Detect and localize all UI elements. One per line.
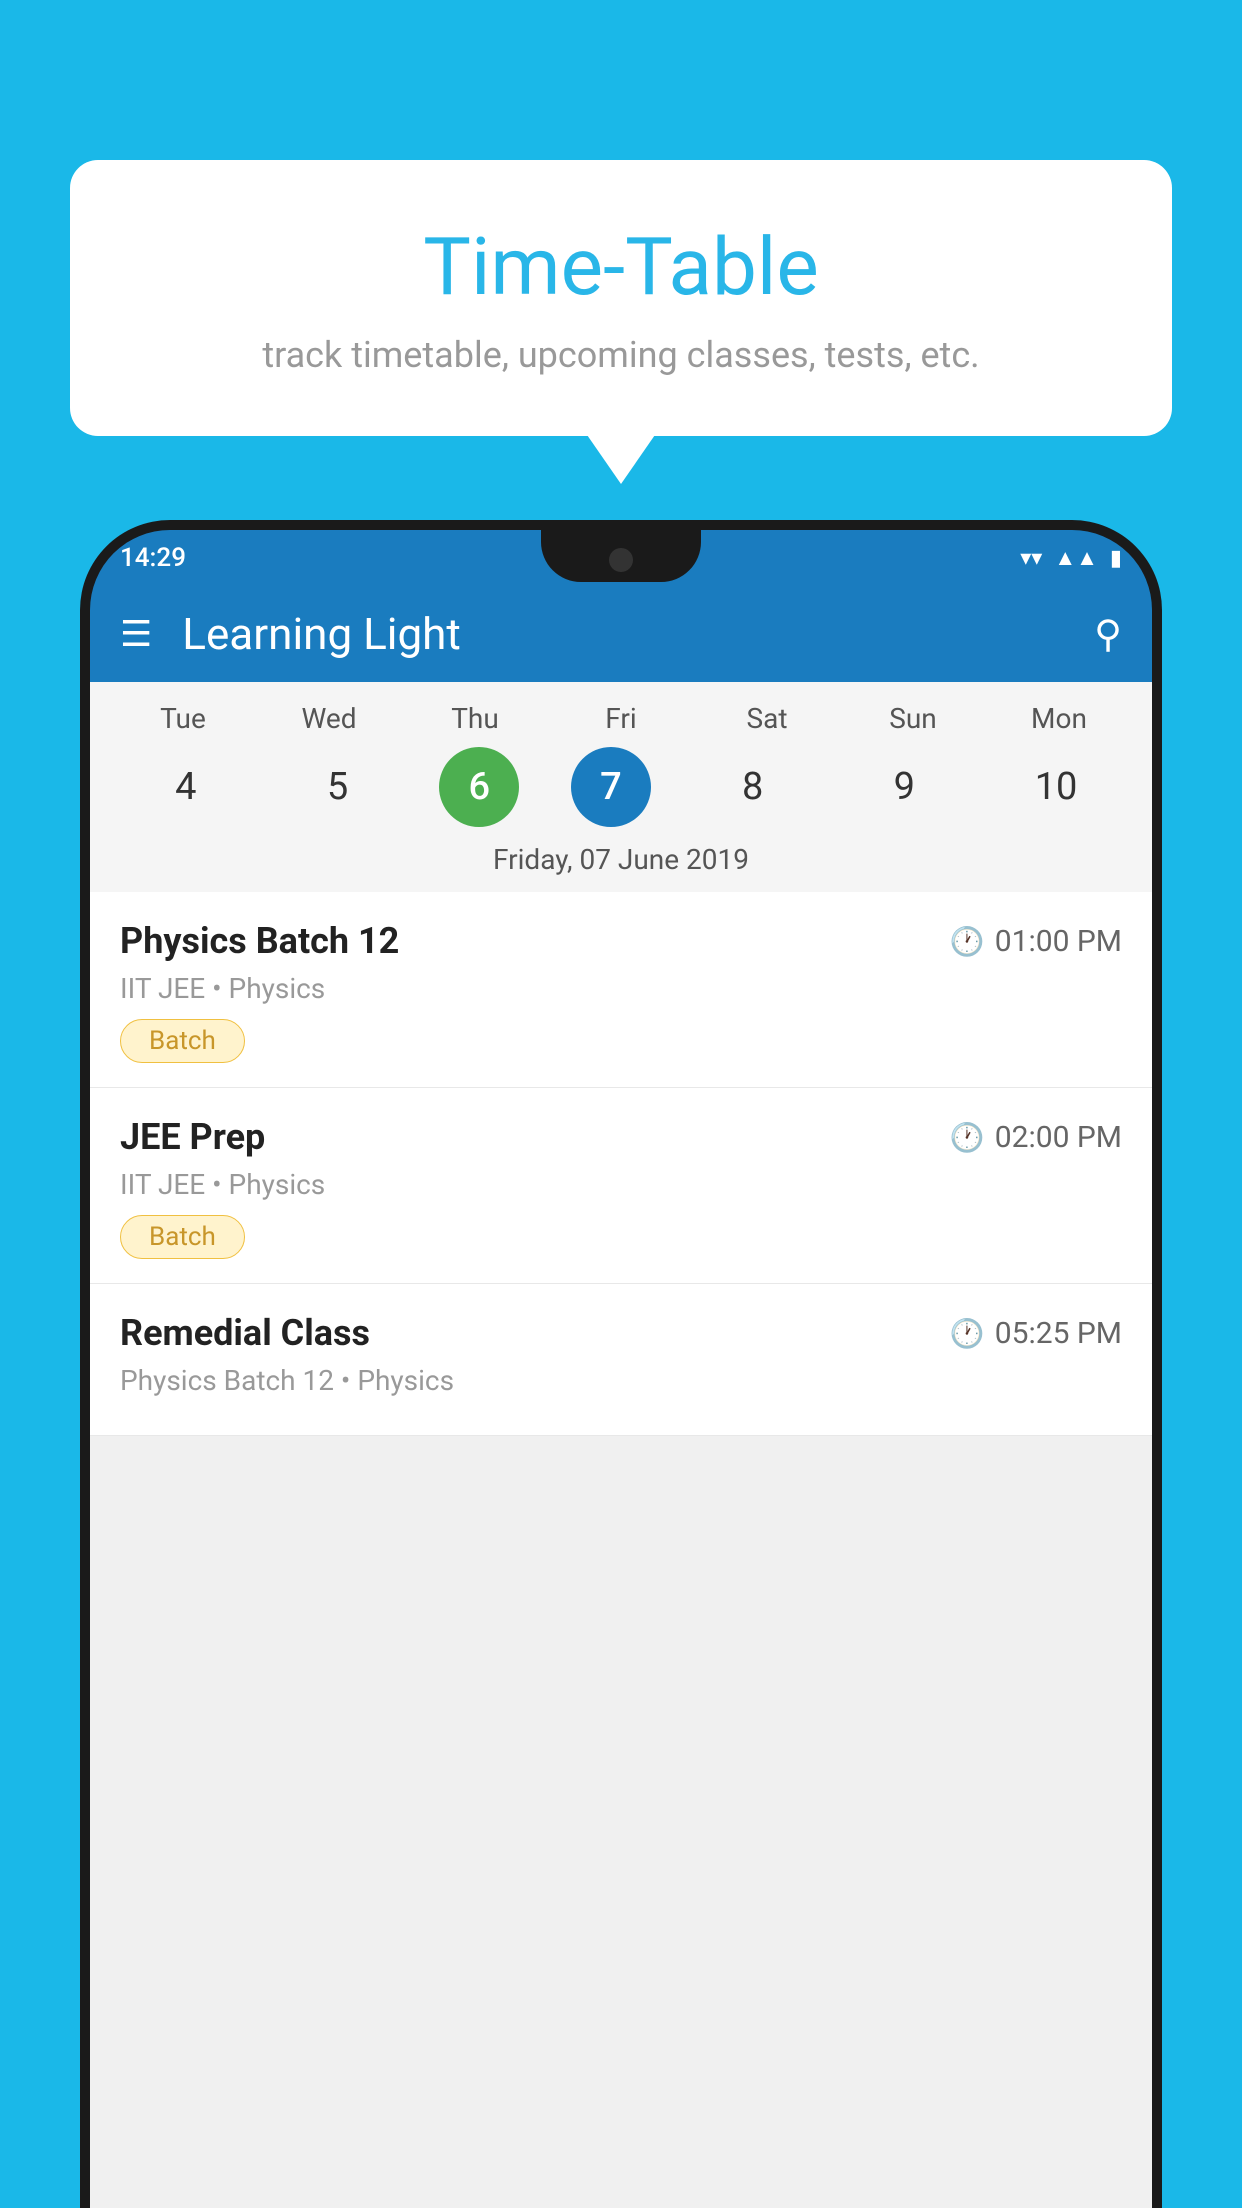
class-item[interactable]: Remedial Class 🕐 05:25 PM Physics Batch … <box>90 1284 1152 1436</box>
wifi-icon: ▾▾ <box>1020 546 1042 571</box>
calendar-day-name: Wed <box>279 702 379 735</box>
status-time: 14:29 <box>120 543 186 573</box>
class-name: Remedial Class <box>120 1312 370 1354</box>
calendar-day-number[interactable]: 5 <box>288 747 388 827</box>
speech-bubble-container: Time-Table track timetable, upcoming cla… <box>70 160 1172 436</box>
calendar-day-name: Thu <box>425 702 525 735</box>
clock-icon: 🕐 <box>950 925 985 958</box>
status-icons: ▾▾ ▲▲ ▮ <box>1020 545 1122 571</box>
class-item-header: JEE Prep 🕐 02:00 PM <box>120 1116 1122 1158</box>
speech-bubble: Time-Table track timetable, upcoming cla… <box>70 160 1172 436</box>
menu-icon[interactable]: ☰ <box>120 613 152 655</box>
calendar-day-number[interactable]: 4 <box>136 747 236 827</box>
app-title: Learning Light <box>182 608 1094 660</box>
phone-frame: 14:29 ▾▾ ▲▲ ▮ ☰ Learning Light ⚲ TueWedT… <box>80 520 1162 2208</box>
phone-inner: 14:29 ▾▾ ▲▲ ▮ ☰ Learning Light ⚲ TueWedT… <box>90 530 1152 2208</box>
class-name: Physics Batch 12 <box>120 920 399 962</box>
signal-icon: ▲▲ <box>1054 545 1098 571</box>
speech-bubble-title: Time-Table <box>120 220 1122 314</box>
calendar-day-number[interactable]: 6 <box>439 747 519 827</box>
clock-icon: 🕐 <box>950 1317 985 1350</box>
class-time: 🕐 05:25 PM <box>950 1316 1122 1351</box>
class-meta: IIT JEE • Physics <box>120 972 1122 1005</box>
day-names-row: Tue Wed Thu Fri Sat Sun Mon <box>110 702 1132 735</box>
calendar-strip: Tue Wed Thu Fri Sat Sun Mon 456789 10 Friday, 0… <box>90 682 1152 892</box>
class-meta: IIT JEE • Physics <box>120 1168 1122 1201</box>
calendar-day-number[interactable]: 10 <box>1006 747 1106 827</box>
calendar-day-number[interactable]: 8 <box>703 747 803 827</box>
class-list: Physics Batch 12 🕐 01:00 PM IIT JEE • Ph… <box>90 892 1152 1436</box>
class-name: JEE Prep <box>120 1116 265 1158</box>
class-meta: Physics Batch 12 • Physics <box>120 1364 1122 1397</box>
calendar-day-name: Tue <box>133 702 233 735</box>
calendar-day-name: Sun <box>863 702 963 735</box>
class-item-header: Remedial Class 🕐 05:25 PM <box>120 1312 1122 1354</box>
batch-badge: Batch <box>120 1019 245 1063</box>
calendar-day-name: Fri <box>571 702 671 735</box>
calendar-day-name: Sat <box>717 702 817 735</box>
class-item[interactable]: JEE Prep 🕐 02:00 PM IIT JEE • Physics Ba… <box>90 1088 1152 1284</box>
clock-icon: 🕐 <box>950 1121 985 1154</box>
screen-content: Tue Wed Thu Fri Sat Sun Mon 456789 10 Friday, 0… <box>90 682 1152 2208</box>
notch <box>541 530 701 582</box>
class-item[interactable]: Physics Batch 12 🕐 01:00 PM IIT JEE • Ph… <box>90 892 1152 1088</box>
class-item-header: Physics Batch 12 🕐 01:00 PM <box>120 920 1122 962</box>
battery-icon: ▮ <box>1110 546 1122 571</box>
calendar-day-number[interactable]: 9 <box>854 747 954 827</box>
camera <box>609 548 633 572</box>
day-numbers-row: 456789 10 <box>110 747 1132 827</box>
speech-bubble-subtitle: track timetable, upcoming classes, tests… <box>120 334 1122 376</box>
batch-badge: Batch <box>120 1215 245 1259</box>
calendar-day-name: Mon <box>1009 702 1109 735</box>
calendar-day-number[interactable]: 7 <box>571 747 651 827</box>
app-bar: ☰ Learning Light ⚲ <box>90 586 1152 682</box>
class-time: 🕐 02:00 PM <box>950 1120 1122 1155</box>
search-icon[interactable]: ⚲ <box>1094 612 1122 657</box>
selected-date: Friday, 07 June 2019 <box>110 843 1132 892</box>
class-time: 🕐 01:00 PM <box>950 924 1122 959</box>
